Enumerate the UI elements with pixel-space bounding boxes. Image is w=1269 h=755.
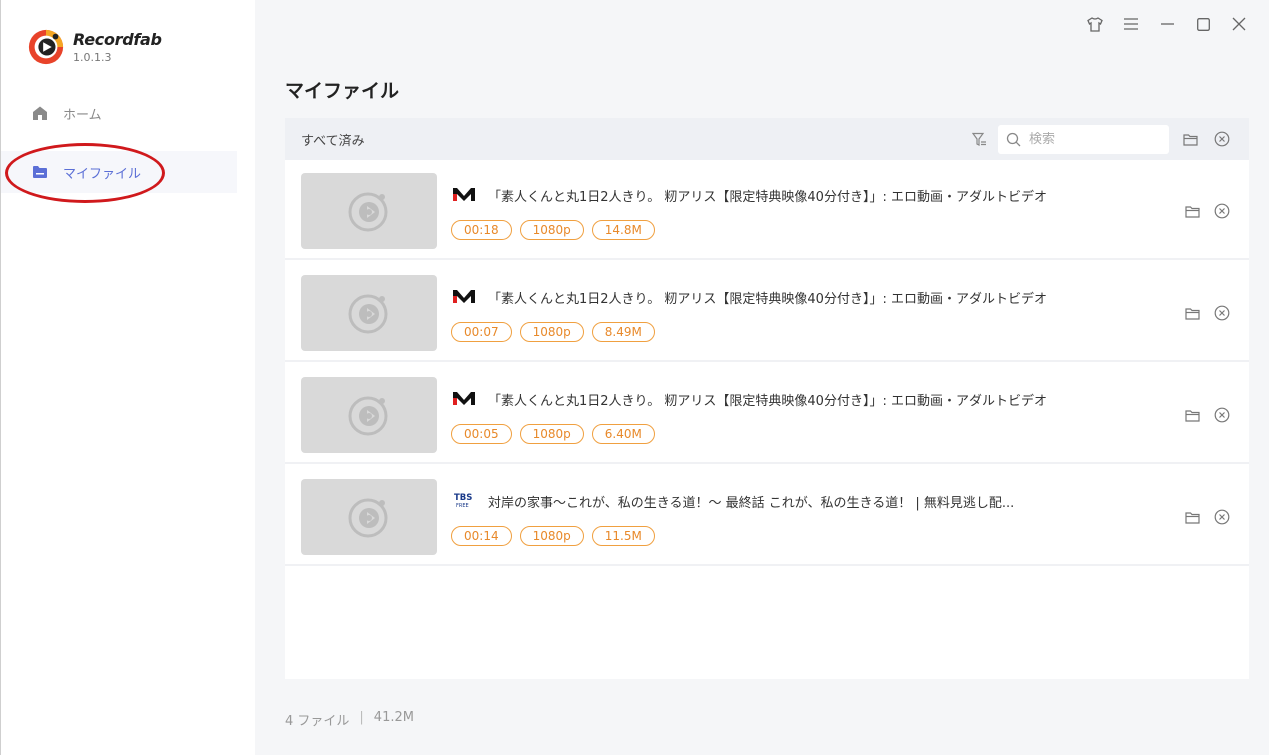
site-tbs-icon: TBS FREE xyxy=(451,491,477,509)
file-row[interactable]: 「素人くんと丸1日2人きり。 籾アリス【限定特典映像40分付き】」: エロ動画・… xyxy=(285,364,1249,464)
svg-text:TBS: TBS xyxy=(454,493,472,503)
resolution-badge: 1080p xyxy=(519,526,584,546)
menu-icon xyxy=(1124,18,1138,30)
status-filter-label: すべて済み xyxy=(301,133,365,149)
maximize-icon xyxy=(1196,17,1210,31)
file-row[interactable]: 「素人くんと丸1日2人きり。 籾アリス【限定特典映像40分付き】」: エロ動画・… xyxy=(285,262,1249,362)
close-circle-icon xyxy=(1214,509,1230,525)
video-thumbnail xyxy=(301,173,437,249)
size-badge: 11.5M xyxy=(591,526,655,546)
file-tags: 00:05 1080p 6.40M xyxy=(451,424,655,444)
filter-button[interactable] xyxy=(968,128,990,150)
duration-badge: 00:14 xyxy=(451,526,512,546)
menu-button[interactable] xyxy=(1113,12,1149,36)
sidebar: Recordfab 1.0.1.3 ホーム マイファイル xyxy=(0,0,255,755)
size-badge: 14.8M xyxy=(591,220,655,240)
app-logo: Recordfab 1.0.1.3 xyxy=(27,28,162,66)
total-size: 41.2M xyxy=(373,710,414,725)
close-circle-icon xyxy=(1214,305,1230,321)
sidebar-item-label: マイファイル xyxy=(63,166,142,182)
window-controls xyxy=(1077,12,1257,36)
sidebar-item-home[interactable]: ホーム xyxy=(1,92,237,134)
placeholder-disc-icon xyxy=(348,498,388,538)
open-folder-button[interactable] xyxy=(1181,404,1203,426)
sidebar-item-my-files[interactable]: マイファイル xyxy=(1,151,237,193)
delete-file-button[interactable] xyxy=(1211,506,1233,528)
placeholder-disc-icon xyxy=(348,192,388,232)
status-footer: 4 ファイル | 41.2M xyxy=(285,710,414,729)
folder-icon xyxy=(1184,409,1200,422)
page-title: マイファイル xyxy=(285,80,400,102)
site-m-icon xyxy=(451,389,477,407)
file-tags: 00:14 1080p 11.5M xyxy=(451,526,655,546)
resolution-badge: 1080p xyxy=(519,322,584,342)
site-m-icon xyxy=(451,185,477,203)
file-title: 「素人くんと丸1日2人きり。 籾アリス【限定特典映像40分付き】」: エロ動画・… xyxy=(488,190,1048,205)
minimize-icon xyxy=(1160,23,1174,25)
open-folder-all-button[interactable] xyxy=(1179,128,1201,150)
search-icon xyxy=(1006,132,1021,146)
video-thumbnail xyxy=(301,275,437,351)
close-icon xyxy=(1232,17,1246,31)
search-input[interactable] xyxy=(1029,131,1159,147)
recordfab-logo-icon xyxy=(28,29,64,65)
duration-badge: 00:07 xyxy=(451,322,512,342)
app-version: 1.0.1.3 xyxy=(73,51,112,64)
video-thumbnail xyxy=(301,479,437,555)
close-circle-icon xyxy=(1214,203,1230,219)
placeholder-disc-icon xyxy=(348,396,388,436)
close-circle-icon xyxy=(1214,131,1230,147)
svg-text:FREE: FREE xyxy=(456,503,469,509)
folder-icon xyxy=(1182,133,1198,146)
site-m-icon xyxy=(451,287,477,305)
duration-badge: 00:05 xyxy=(451,424,512,444)
placeholder-disc-icon xyxy=(348,294,388,334)
folder-icon xyxy=(1184,511,1200,524)
maximize-button[interactable] xyxy=(1185,12,1221,36)
resolution-badge: 1080p xyxy=(519,220,584,240)
file-count: 4 ファイル xyxy=(285,714,350,729)
home-icon xyxy=(31,104,49,122)
file-title: 対岸の家事〜これが、私の生きる道！〜 最終話 これが、私の生きる道！ | 無料見… xyxy=(488,496,1015,511)
close-window-button[interactable] xyxy=(1221,12,1257,36)
file-row[interactable]: 「素人くんと丸1日2人きり。 籾アリス【限定特典映像40分付き】」: エロ動画・… xyxy=(285,160,1249,260)
size-badge: 6.40M xyxy=(591,424,655,444)
delete-all-button[interactable] xyxy=(1211,128,1233,150)
video-thumbnail xyxy=(301,377,437,453)
duration-badge: 00:18 xyxy=(451,220,512,240)
file-title: 「素人くんと丸1日2人きり。 籾アリス【限定特典映像40分付き】」: エロ動画・… xyxy=(488,292,1048,307)
search-box[interactable] xyxy=(998,124,1169,154)
list-header: すべて済み xyxy=(285,118,1249,160)
file-list-panel: すべて済み 「素人くんと丸1日2人きり。 籾アリス【限定特典映像40分付き】」: xyxy=(285,118,1249,679)
file-title: 「素人くんと丸1日2人きり。 籾アリス【限定特典映像40分付き】」: エロ動画・… xyxy=(488,394,1048,409)
file-row[interactable]: TBS FREE 対岸の家事〜これが、私の生きる道！〜 最終話 これが、私の生きる… xyxy=(285,466,1249,566)
sidebar-item-label: ホーム xyxy=(63,107,102,123)
close-circle-icon xyxy=(1214,407,1230,423)
delete-file-button[interactable] xyxy=(1211,404,1233,426)
delete-file-button[interactable] xyxy=(1211,200,1233,222)
size-badge: 8.49M xyxy=(591,322,655,342)
minimize-button[interactable] xyxy=(1149,12,1185,36)
footer-separator: | xyxy=(359,710,364,725)
skin-button[interactable] xyxy=(1077,12,1113,36)
folder-icon xyxy=(1184,307,1200,320)
filter-icon xyxy=(971,132,986,146)
file-tags: 00:07 1080p 8.49M xyxy=(451,322,655,342)
open-folder-button[interactable] xyxy=(1181,506,1203,528)
folder-icon xyxy=(1184,205,1200,218)
resolution-badge: 1080p xyxy=(519,424,584,444)
shirt-icon xyxy=(1087,16,1103,32)
file-tags: 00:18 1080p 14.8M xyxy=(451,220,655,240)
delete-file-button[interactable] xyxy=(1211,302,1233,324)
folder-icon xyxy=(31,163,49,181)
app-name: Recordfab xyxy=(73,30,162,49)
open-folder-button[interactable] xyxy=(1181,200,1203,222)
open-folder-button[interactable] xyxy=(1181,302,1203,324)
